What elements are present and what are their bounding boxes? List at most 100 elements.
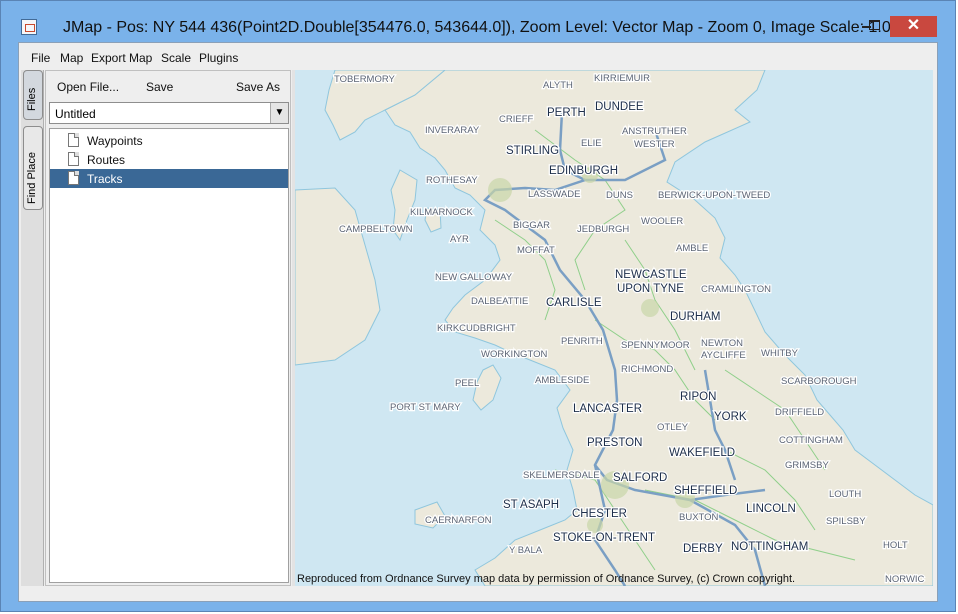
- place-label: AYCLIFFE: [701, 350, 746, 361]
- tree-item-label: Tracks: [87, 172, 123, 186]
- place-label: ANSTRUTHER: [622, 126, 687, 137]
- open-file-button[interactable]: Open File...: [57, 80, 119, 94]
- place-label: LINCOLN: [746, 503, 796, 515]
- place-label: AMBLE: [676, 243, 708, 254]
- menu-export-map[interactable]: Export Map: [91, 51, 152, 65]
- place-label: PENRITH: [561, 336, 603, 347]
- place-label: WHITBY: [761, 348, 799, 359]
- tree-item-waypoints[interactable]: Waypoints: [50, 131, 288, 150]
- files-panel: Open File... Save Save As Untitled ▼ Way…: [45, 70, 291, 586]
- place-label: DURHAM: [670, 311, 720, 323]
- document-icon: [68, 171, 79, 185]
- place-label: PRESTON: [587, 437, 642, 449]
- place-label: STIRLING: [506, 145, 559, 157]
- tree-item-tracks[interactable]: Tracks: [50, 169, 288, 188]
- place-label: SKELMERSDALE: [523, 470, 600, 481]
- place-label: EDINBURGH: [549, 165, 618, 177]
- place-label: LASSWADE: [528, 189, 580, 200]
- tree-item-label: Waypoints: [87, 134, 143, 148]
- place-label: LOUTH: [829, 489, 861, 500]
- tab-find-place-label: Find Place: [26, 152, 38, 204]
- chevron-down-icon[interactable]: ▼: [270, 103, 288, 123]
- window-title: JMap - Pos: NY 544 436(Point2D.Double[35…: [63, 19, 891, 36]
- close-button[interactable]: ✕: [890, 16, 937, 37]
- document-icon: [68, 133, 79, 147]
- place-label: MOFFAT: [517, 245, 555, 256]
- tree-item-routes[interactable]: Routes: [50, 150, 288, 169]
- place-label: BUXTON: [679, 512, 719, 523]
- menu-scale[interactable]: Scale: [161, 51, 191, 65]
- title-bar[interactable]: JMap - Pos: NY 544 436(Point2D.Double[35…: [1, 1, 955, 41]
- maximize-icon: [869, 20, 880, 30]
- document-icon: [68, 152, 79, 166]
- place-label: BIGGAR: [513, 220, 550, 231]
- place-label: INVERARAY: [425, 125, 480, 136]
- place-label: CHESTER: [572, 508, 627, 520]
- map-canvas[interactable]: TOBERMORY ALYTH KIRRIEMUIR PERTH DUNDEE INVER…: [295, 70, 933, 586]
- place-label: NORWIC: [885, 574, 925, 585]
- place-label: TOBERMORY: [334, 74, 396, 85]
- tab-files[interactable]: Files: [23, 70, 43, 120]
- place-label: LANCASTER: [573, 403, 642, 415]
- map-view[interactable]: TOBERMORY ALYTH KIRRIEMUIR PERTH DUNDEE INVER…: [295, 70, 933, 586]
- place-label: WORKINGTON: [481, 349, 547, 360]
- place-label: SHEFFIELD: [674, 485, 737, 497]
- app-window: JMap - Pos: NY 544 436(Point2D.Double[35…: [0, 0, 956, 612]
- place-label: ROTHESAY: [426, 175, 478, 186]
- place-label: WESTER: [634, 139, 675, 150]
- save-button[interactable]: Save: [146, 80, 173, 94]
- place-label: RIPON: [680, 391, 716, 403]
- place-label: COTTINGHAM: [779, 435, 843, 446]
- place-label: KILMARNOCK: [410, 207, 473, 218]
- place-label: DUNDEE: [595, 101, 644, 113]
- place-label: SPENNYMOOR: [621, 340, 690, 351]
- place-label: CAERNARFON: [425, 515, 492, 526]
- place-label: Y BALA: [509, 545, 543, 556]
- tab-files-label: Files: [26, 87, 38, 111]
- place-label: AYR: [450, 234, 469, 245]
- save-as-button[interactable]: Save As: [236, 80, 280, 94]
- app-icon[interactable]: [21, 19, 37, 35]
- place-label: CARLISLE: [546, 297, 602, 309]
- status-bar: [19, 586, 937, 601]
- place-label: ALYTH: [543, 80, 573, 91]
- place-label: JEDBURGH: [577, 224, 629, 235]
- place-label: NEWCASTLE: [615, 269, 687, 281]
- place-label: SALFORD: [613, 472, 667, 484]
- place-label: YORK: [714, 411, 747, 423]
- place-label: KIRKCUDBRIGHT: [437, 323, 516, 334]
- place-label: NOTTINGHAM: [731, 541, 808, 553]
- place-label: CRAMLINGTON: [701, 284, 771, 295]
- menu-map[interactable]: Map: [60, 51, 83, 65]
- place-label: WAKEFIELD: [669, 447, 735, 459]
- place-label: KIRRIEMUIR: [594, 73, 650, 84]
- place-label: SPILSBY: [826, 516, 866, 527]
- place-label: PERTH: [547, 107, 586, 119]
- place-label: BERWICK-UPON-TWEED: [658, 190, 770, 201]
- place-label: WOOLER: [641, 216, 683, 227]
- place-label: ST ASAPH: [503, 499, 559, 511]
- place-label: OTLEY: [657, 422, 689, 433]
- place-label: DALBEATTIE: [471, 296, 528, 307]
- menu-plugins[interactable]: Plugins: [199, 51, 238, 65]
- place-label: RICHMOND: [621, 364, 673, 375]
- place-label: CRIEFF: [499, 114, 534, 125]
- file-tree: Waypoints Routes Tracks: [49, 128, 289, 583]
- place-label: NEWTON: [701, 338, 743, 349]
- menu-bar: File Map Export Map Scale Plugins: [19, 43, 937, 69]
- place-label: PEEL: [455, 378, 479, 389]
- tree-item-label: Routes: [87, 153, 126, 167]
- place-label: STOKE-ON-TRENT: [553, 532, 655, 544]
- dropdown-value: Untitled: [55, 107, 96, 121]
- file-select-dropdown[interactable]: Untitled ▼: [49, 102, 289, 124]
- client-area: File Map Export Map Scale Plugins Files …: [18, 42, 938, 602]
- place-label: AMBLESIDE: [535, 375, 589, 386]
- place-label: HOLT: [883, 540, 908, 551]
- menu-file[interactable]: File: [31, 51, 50, 65]
- copyright-notice: Reproduced from Ordnance Survey map data…: [297, 573, 796, 585]
- place-label: ELIE: [581, 138, 602, 149]
- place-label: DRIFFIELD: [775, 407, 824, 418]
- place-label: DUNS: [606, 190, 633, 201]
- tab-find-place[interactable]: Find Place: [23, 126, 43, 210]
- place-label: UPON TYNE: [617, 283, 684, 295]
